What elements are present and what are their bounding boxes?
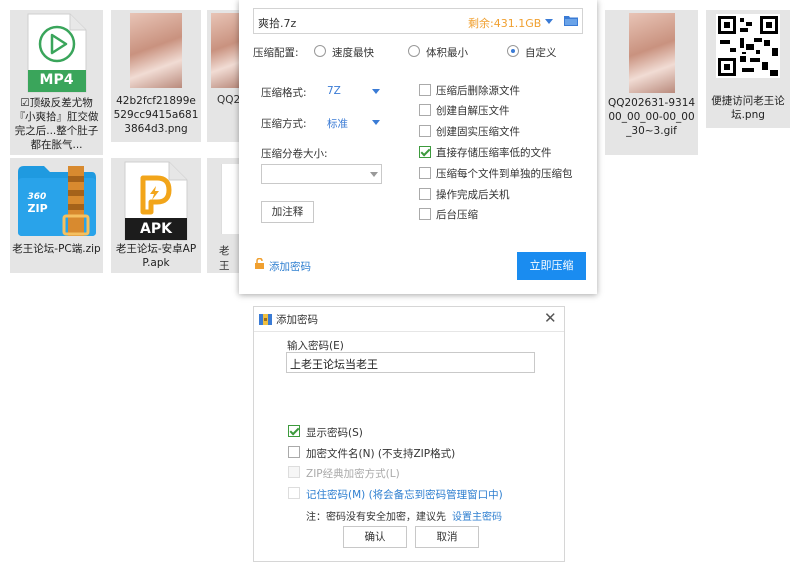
file-tile-qq-partial[interactable]: QQ2 bbox=[207, 10, 241, 142]
mp4-icon: MP4 bbox=[26, 12, 88, 94]
add-password-link[interactable]: 添加密码 bbox=[269, 259, 311, 274]
encrypt-filenames-label[interactable]: 加密文件名(N) (不支持ZIP格式) bbox=[306, 446, 455, 461]
option-delete-source-checkbox[interactable] bbox=[419, 84, 431, 96]
image-thumbnail bbox=[130, 13, 182, 88]
output-path-box: 爽拾.7z 剩余:431.1GB bbox=[253, 8, 583, 34]
option-separate-archives-checkbox[interactable] bbox=[419, 167, 431, 179]
qr-code-image bbox=[716, 14, 780, 78]
password-input[interactable]: 上老王论坛当老王 bbox=[286, 352, 535, 373]
option-shutdown-checkbox[interactable] bbox=[419, 188, 431, 200]
file-tile-gif[interactable]: QQ202631-931400_00_00-00_00_30~3.gif bbox=[605, 10, 698, 155]
zip-icon: 360 ZIP bbox=[14, 162, 100, 238]
apk-type-label: APK bbox=[140, 221, 172, 237]
free-space-label: 剩余:431.1GB bbox=[468, 17, 542, 30]
zip-type-label: 360 bbox=[27, 192, 47, 202]
confirm-button[interactable]: 确认 bbox=[343, 526, 407, 548]
option-label[interactable]: 操作完成后关机 bbox=[436, 187, 510, 202]
format-dropdown-arrow[interactable] bbox=[372, 89, 380, 94]
dialog-title: 添加密码 bbox=[276, 314, 318, 326]
option-label[interactable]: 压缩后删除源文件 bbox=[436, 83, 520, 98]
file-tile-mp4[interactable]: MP4 ☑顶级反差尤物『小爽拾』肛交做完之后...整个肚子都在胀气... bbox=[10, 10, 103, 155]
method-dropdown-arrow[interactable] bbox=[372, 120, 380, 125]
file-name: 老王论坛-安卓APP.apk bbox=[115, 243, 197, 269]
mp4-type-label: MP4 bbox=[39, 72, 74, 88]
option-solid-checkbox[interactable] bbox=[419, 125, 431, 137]
file-name: QQ2 bbox=[217, 94, 241, 106]
file-tile-zip[interactable]: 360 ZIP 老王论坛-PC端.zip bbox=[10, 158, 103, 273]
mode-radio-custom[interactable] bbox=[507, 45, 519, 57]
option-background-checkbox[interactable] bbox=[419, 208, 431, 220]
mode-radio-fast[interactable] bbox=[314, 45, 326, 57]
config-label: 压缩配置: bbox=[253, 47, 299, 59]
zip-classic-encryption-label: ZIP经典加密方式(L) bbox=[306, 468, 400, 480]
start-compress-button[interactable]: 立即压缩 bbox=[517, 252, 586, 280]
set-master-password-link[interactable]: 设置主密码 bbox=[452, 508, 502, 523]
method-select[interactable]: 标准 bbox=[327, 116, 348, 131]
mode-radio-small[interactable] bbox=[408, 45, 420, 57]
encrypt-filenames-checkbox[interactable] bbox=[288, 446, 300, 458]
dialog-titlebar: 添加密码 ✕ bbox=[254, 307, 564, 332]
zip-type-label: ZIP bbox=[27, 202, 48, 215]
mode-small-label[interactable]: 体积最小 bbox=[426, 45, 468, 60]
file-icon bbox=[221, 164, 240, 234]
apk-icon: APK bbox=[123, 160, 189, 242]
compress-panel: 爽拾.7z 剩余:431.1GB 压缩配置: 速度最快 体积最小 自定义 压缩格… bbox=[239, 0, 597, 294]
cancel-button[interactable]: 取消 bbox=[415, 526, 479, 548]
path-dropdown-arrow[interactable] bbox=[545, 19, 553, 24]
archive-icon bbox=[259, 313, 272, 325]
close-icon[interactable]: ✕ bbox=[544, 310, 557, 326]
add-comment-button[interactable]: 加注释 bbox=[261, 201, 314, 223]
file-name: 老王 bbox=[219, 245, 230, 272]
zip-classic-encryption-checkbox bbox=[288, 466, 300, 478]
file-name: 老王论坛-PC端.zip bbox=[12, 243, 101, 255]
format-label: 压缩格式: bbox=[261, 87, 307, 99]
mode-custom-label[interactable]: 自定义 bbox=[525, 45, 557, 60]
password-value: 上老王论坛当老王 bbox=[290, 358, 378, 371]
remember-password-label[interactable]: 记住密码(M) (将会备忘到密码管理窗口中) bbox=[306, 487, 503, 502]
file-name: QQ202631-931400_00_00-00_00_30~3.gif bbox=[607, 97, 696, 137]
image-thumbnail bbox=[628, 13, 675, 93]
option-label[interactable]: 后台压缩 bbox=[436, 207, 478, 222]
file-tile-partial[interactable]: 老王 bbox=[207, 158, 240, 273]
lock-icon[interactable] bbox=[254, 257, 265, 269]
split-label: 压缩分卷大小: bbox=[261, 148, 328, 160]
mode-fast-label[interactable]: 速度最快 bbox=[332, 45, 374, 60]
option-sfx-checkbox[interactable] bbox=[419, 104, 431, 116]
file-name: 42b2fcf21899e529cc9415a6813864d3.png bbox=[113, 95, 199, 135]
option-label[interactable]: 创建自解压文件 bbox=[436, 103, 510, 118]
option-label[interactable]: 创建固实压缩文件 bbox=[436, 124, 520, 139]
show-password-label[interactable]: 显示密码(S) bbox=[306, 425, 363, 440]
file-tile-qr[interactable]: 便捷访问老王论坛.png bbox=[706, 10, 790, 128]
folder-icon[interactable] bbox=[564, 15, 578, 26]
password-dialog: 添加密码 ✕ 输入密码(E) 上老王论坛当老王 显示密码(S) 加密文件名(N)… bbox=[253, 306, 565, 562]
option-store-low-ratio-checkbox[interactable] bbox=[419, 146, 431, 158]
show-password-checkbox[interactable] bbox=[288, 425, 300, 437]
file-name: ☑顶级反差尤物『小爽拾』肛交做完之后...整个肚子都在胀气... bbox=[14, 97, 99, 151]
output-filename[interactable]: 爽拾.7z bbox=[258, 15, 296, 31]
security-note: 注：密码没有安全加密，建议先 bbox=[306, 512, 446, 523]
split-dropdown-arrow[interactable] bbox=[370, 172, 378, 177]
format-select[interactable]: 7Z bbox=[327, 85, 341, 97]
option-label[interactable]: 压缩每个文件到单独的压缩包 bbox=[436, 166, 573, 181]
password-input-label: 输入密码(E) bbox=[287, 340, 344, 352]
remember-password-checkbox[interactable] bbox=[288, 487, 300, 499]
file-tile-png[interactable]: 42b2fcf21899e529cc9415a6813864d3.png bbox=[111, 10, 201, 142]
image-thumbnail bbox=[211, 13, 239, 88]
file-name: 便捷访问老王论坛.png bbox=[711, 95, 785, 121]
option-label[interactable]: 直接存储压缩率低的文件 bbox=[436, 145, 552, 160]
split-size-input[interactable] bbox=[261, 164, 382, 184]
file-tile-apk[interactable]: APK 老王论坛-安卓APP.apk bbox=[111, 158, 201, 273]
method-label: 压缩方式: bbox=[261, 118, 307, 130]
